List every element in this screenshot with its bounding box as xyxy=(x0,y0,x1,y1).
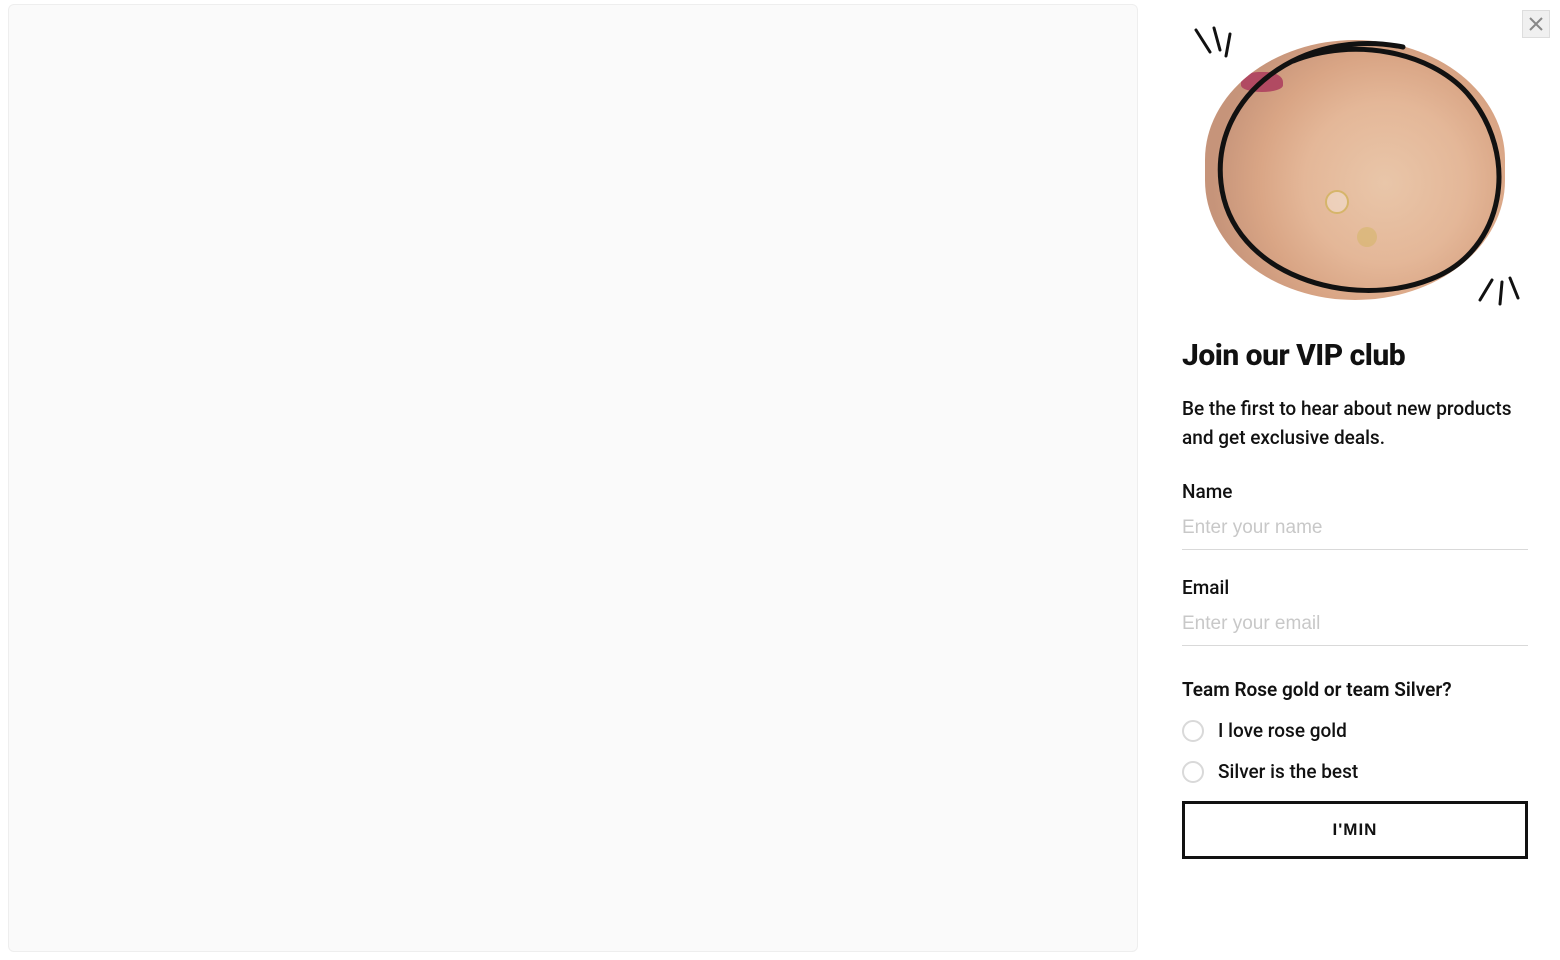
email-input[interactable] xyxy=(1182,603,1528,646)
preference-question: Team Rose gold or team Silver? xyxy=(1182,678,1528,701)
sparkle-top-left-icon xyxy=(1190,26,1236,78)
panel-description: Be the first to hear about new products … xyxy=(1182,395,1528,452)
name-label: Name xyxy=(1182,480,1528,503)
close-icon xyxy=(1529,17,1543,31)
hero-image-area xyxy=(1182,20,1528,320)
name-input[interactable] xyxy=(1182,507,1528,550)
radio-option-rose-gold[interactable]: I love rose gold xyxy=(1182,719,1528,742)
radio-icon xyxy=(1182,720,1204,742)
email-label: Email xyxy=(1182,576,1528,599)
main-canvas xyxy=(8,4,1138,952)
radio-label: I love rose gold xyxy=(1218,719,1347,742)
vip-signup-panel: Join our VIP club Be the first to hear a… xyxy=(1150,0,1560,960)
panel-title: Join our VIP club xyxy=(1182,338,1528,373)
sparkle-bottom-right-icon xyxy=(1474,260,1524,310)
radio-icon xyxy=(1182,761,1204,783)
radio-label: Silver is the best xyxy=(1218,760,1358,783)
submit-button[interactable]: I'MIN xyxy=(1182,801,1528,859)
radio-option-silver[interactable]: Silver is the best xyxy=(1182,760,1528,783)
hero-photo xyxy=(1205,40,1505,300)
